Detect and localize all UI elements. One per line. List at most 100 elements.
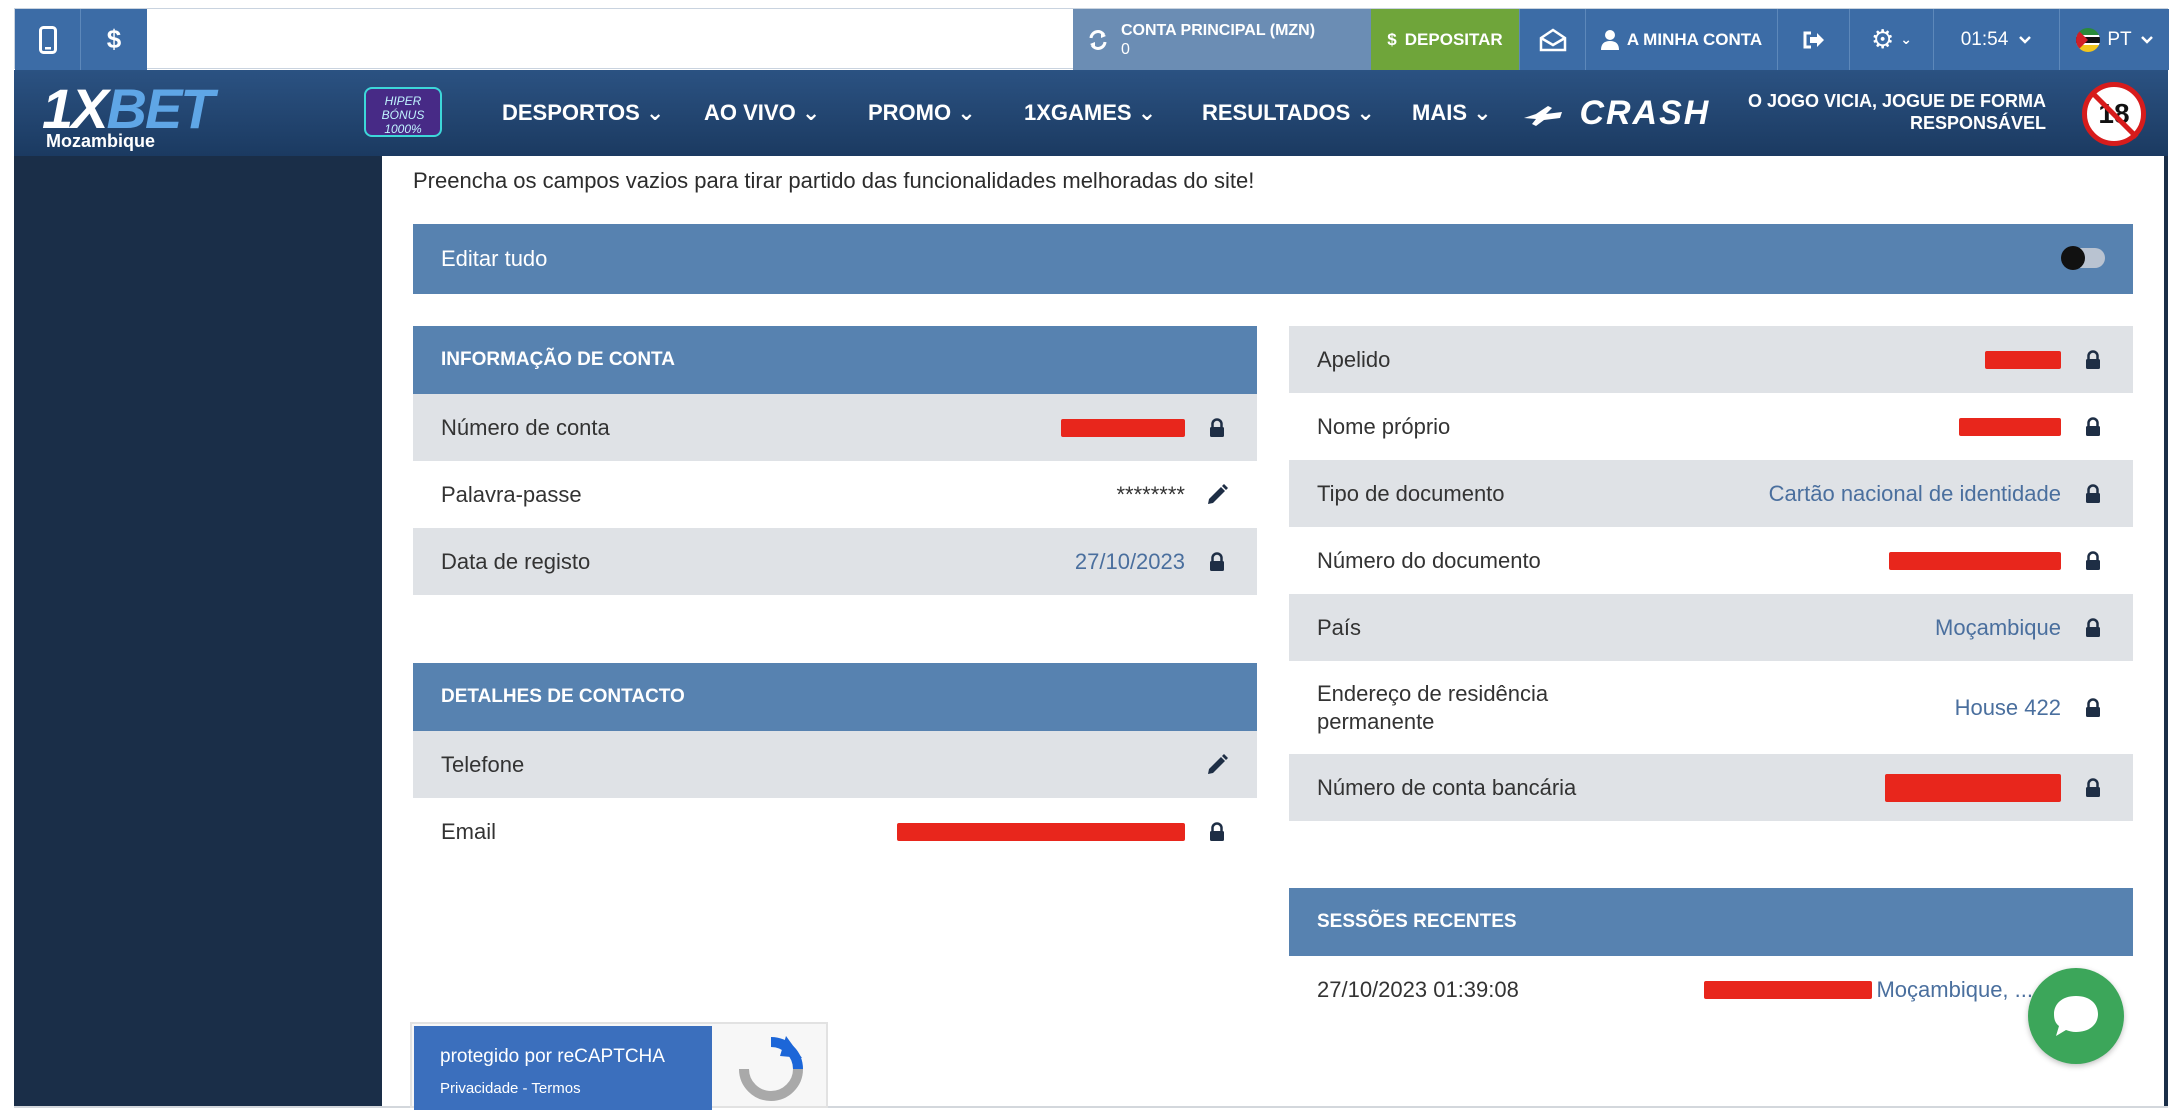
nav-item-label: RESULTADOS	[1202, 100, 1351, 125]
live-chat-button[interactable]	[2028, 968, 2124, 1064]
recaptcha-logo-icon	[739, 1036, 803, 1101]
time-dropdown[interactable]: 01:54	[1933, 9, 2059, 70]
chevron-down-icon: ⌄	[957, 100, 976, 125]
password-value: ********	[1116, 481, 1186, 507]
permanent-address-row: Endereço de residência permanente House …	[1289, 661, 2133, 754]
session-location: Moçambique, ...	[1704, 956, 2033, 1023]
field-label: Tipo de documento	[1317, 480, 1505, 506]
redacted-value	[1889, 551, 2061, 570]
recaptcha-label: protegido por reCAPTCHA	[440, 1046, 665, 1067]
currency-button[interactable]: $	[81, 9, 147, 70]
responsible-gaming-text: O JOGO VICIA, JOGUE DE FORMA RESPONSÁVEL	[1747, 91, 2046, 133]
lock-icon	[2081, 326, 2105, 393]
nav-item-promo[interactable]: PROMO ⌄	[868, 100, 976, 126]
chevron-down-icon	[2140, 35, 2153, 44]
bottom-divider	[14, 1106, 2168, 1108]
recaptcha-info: protegido por reCAPTCHA Privacidade - Te…	[414, 1026, 712, 1110]
chevron-down-icon	[2019, 35, 2032, 44]
lock-icon	[2081, 661, 2105, 754]
first-name-row: Nome próprio	[1289, 393, 2133, 460]
nav-item-sports[interactable]: DESPORTOS ⌄	[502, 100, 664, 126]
chat-bubble-icon	[2054, 996, 2098, 1036]
language-dropdown[interactable]: PT	[2059, 9, 2169, 70]
nav-item-label: PROMO	[868, 100, 952, 125]
lock-icon	[2081, 527, 2105, 594]
lock-icon	[1205, 528, 1229, 595]
field-label: Telefone	[441, 751, 525, 777]
pencil-icon[interactable]	[1205, 731, 1229, 798]
nav-item-label: 1XGAMES	[1024, 100, 1132, 125]
nav-item-live[interactable]: AO VIVO ⌄	[704, 100, 820, 126]
lock-icon	[2081, 393, 2105, 460]
redacted-value	[1061, 418, 1185, 437]
redacted-value	[1885, 773, 2061, 802]
email-value	[897, 798, 1185, 865]
deposit-button[interactable]: $ DEPOSITAR	[1371, 9, 1519, 70]
lock-icon	[2081, 754, 2105, 821]
personal-info-panel: Apelido Nome próprio Tipo de documento C…	[1289, 326, 2133, 821]
mobile-app-button[interactable]	[15, 9, 81, 70]
redacted-value	[1959, 417, 2061, 436]
recaptcha-links[interactable]: Privacidade - Termos	[440, 1080, 581, 1097]
bank-account-value	[1885, 754, 2061, 821]
dollar-icon: $	[106, 24, 122, 54]
account-info-panel: INFORMAÇÃO DE CONTA Número de conta Pala…	[413, 326, 1257, 595]
account-info-title: INFORMAÇÃO DE CONTA	[413, 326, 1257, 394]
field-label: Email	[441, 818, 497, 844]
field-label: Nome próprio	[1317, 413, 1451, 439]
hiper-bonus-badge[interactable]: HIPER BÓNUS 1000%	[364, 87, 442, 137]
field-label: Número de conta	[441, 414, 610, 440]
age-restriction-badge: 18	[2082, 82, 2146, 146]
country-row: País Moçambique	[1289, 594, 2133, 661]
nav-item-label: DESPORTOS	[502, 100, 640, 125]
document-number-value	[1889, 527, 2061, 594]
phone-icon	[38, 25, 57, 54]
logo-region: Mozambique	[46, 131, 156, 151]
registration-date-row: Data de registo 27/10/2023	[413, 528, 1257, 595]
email-row: Email	[413, 798, 1257, 865]
age-badge-text: 18	[2098, 98, 2130, 129]
right-edge-bar	[2164, 156, 2168, 1106]
field-label: País	[1317, 614, 1362, 640]
field-label: Palavra-passe	[441, 481, 582, 507]
messages-button[interactable]	[1519, 9, 1585, 70]
chevron-down-icon: ⌄	[1900, 31, 1913, 47]
left-sidebar	[14, 156, 382, 1106]
pencil-icon[interactable]	[1205, 461, 1229, 528]
redacted-value	[1704, 980, 1873, 999]
main-account-button[interactable]: CONTA PRINCIPAL (MZN) 0	[1073, 9, 1371, 70]
crash-game-link[interactable]: CRASH	[1522, 94, 1710, 133]
session-row: 27/10/2023 01:39:08 Moçambique, ...	[1289, 956, 2133, 1023]
refresh-icon	[1089, 29, 1107, 50]
document-number-row: Número do documento	[1289, 527, 2133, 594]
recaptcha-badge[interactable]: protegido por reCAPTCHA Privacidade - Te…	[410, 1022, 828, 1110]
settings-dropdown[interactable]: ⚙ ⌄	[1849, 9, 1933, 70]
redacted-value	[897, 822, 1185, 841]
chevron-down-icon: ⌄	[1356, 100, 1375, 125]
nav-item-1xgames[interactable]: 1XGAMES ⌄	[1024, 100, 1156, 126]
field-label: Endereço de residência permanente	[1317, 680, 1549, 734]
user-icon	[1600, 29, 1619, 50]
lock-icon	[1205, 798, 1229, 865]
chevron-down-icon: ⌄	[1473, 100, 1492, 125]
permanent-address-value: House 422	[1954, 694, 2061, 720]
logout-icon	[1803, 31, 1824, 48]
language-code: PT	[2107, 28, 2132, 50]
my-account-button[interactable]: A MINHA CONTA	[1585, 9, 1777, 70]
nav-item-results[interactable]: RESULTADOS ⌄	[1202, 100, 1375, 126]
lock-icon	[2081, 460, 2105, 527]
envelope-icon	[1539, 27, 1566, 51]
logout-button[interactable]	[1777, 9, 1849, 70]
account-number-value	[1061, 394, 1185, 461]
chevron-down-icon: ⌄	[645, 100, 665, 125]
nav-item-label: AO VIVO	[704, 100, 796, 125]
lock-icon	[2081, 594, 2105, 661]
profile-notice: Preencha os campos vazios para tirar par…	[413, 168, 1255, 193]
clock-time: 01:54	[1960, 28, 2009, 50]
field-label: Data de registo	[441, 548, 591, 574]
nav-item-more[interactable]: MAIS ⌄	[1412, 100, 1492, 126]
registration-date-value: 27/10/2023	[1074, 548, 1185, 574]
first-name-value	[1959, 393, 2061, 460]
edit-all-label: Editar tudo	[441, 246, 548, 271]
edit-all-toggle[interactable]	[2061, 246, 2105, 270]
